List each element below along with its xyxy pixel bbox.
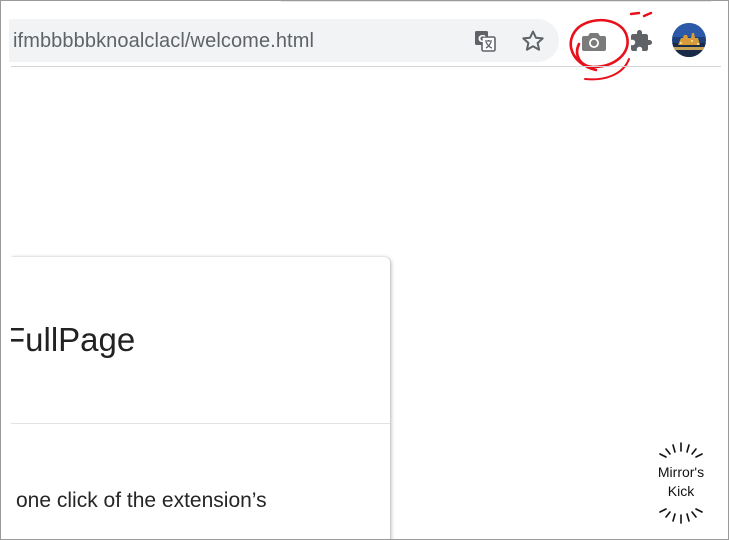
viewport-clip xyxy=(1,251,11,539)
welcome-card: FullPage one click of the extension’s xyxy=(5,257,390,539)
toolbar-divider xyxy=(11,66,721,67)
star-icon[interactable] xyxy=(521,29,545,53)
avatar[interactable] xyxy=(672,23,706,57)
camera-icon[interactable] xyxy=(581,29,607,53)
watermark-line1: Mirror's xyxy=(657,464,705,480)
watermark-line2: Kick xyxy=(667,483,695,499)
tab-strip-edge xyxy=(281,1,711,2)
url-text[interactable]: ifmbbbbbknoalclacl/welcome.html xyxy=(13,30,314,53)
card-divider xyxy=(11,423,390,424)
browser-toolbar: ifmbbbbbknoalclacl/welcome.html G xyxy=(1,1,728,81)
puzzle-icon[interactable] xyxy=(629,29,653,53)
card-body-text: one click of the extension’s xyxy=(16,489,267,512)
svg-text:G: G xyxy=(478,34,486,45)
card-title: FullPage xyxy=(5,321,136,358)
browser-window: ifmbbbbbknoalclacl/welcome.html G FullPa… xyxy=(0,0,729,540)
watermark-logo: Mirror's Kick xyxy=(646,441,716,526)
avatar-image xyxy=(672,23,706,57)
translate-icon[interactable]: G xyxy=(474,30,496,52)
